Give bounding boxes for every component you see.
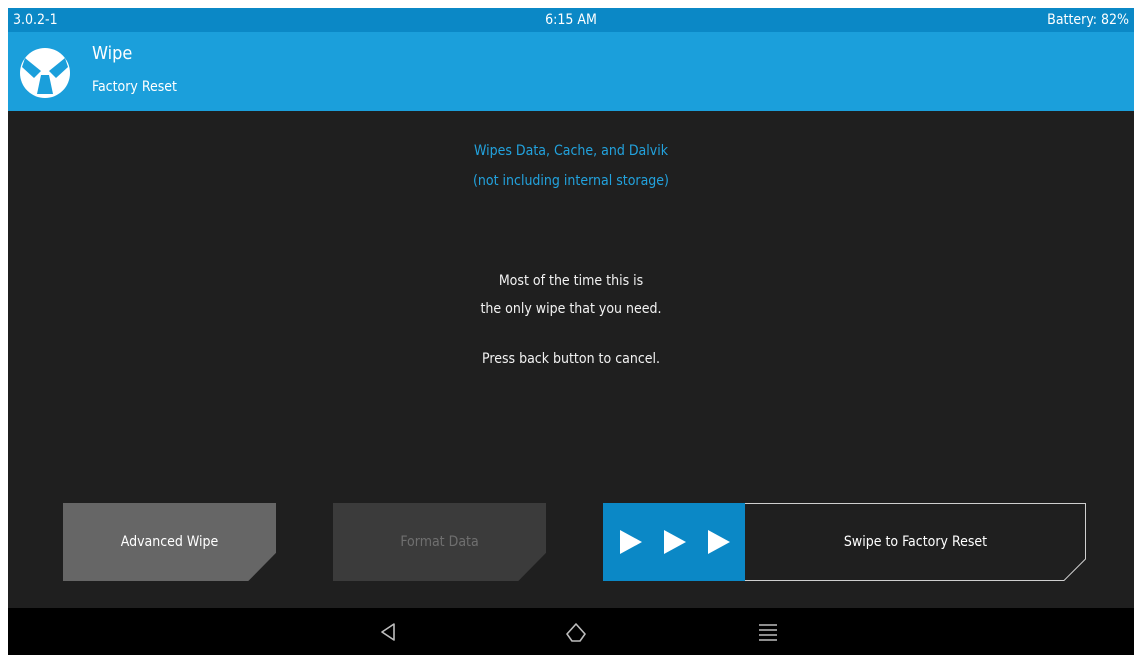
play-arrow-icon [620, 530, 730, 554]
page-title: Wipe [92, 43, 133, 64]
swipe-to-factory-reset-slider[interactable]: Swipe to Factory Reset [603, 503, 1086, 581]
wipe-scope-text: Wipes Data, Cache, and Dalvik [473, 143, 669, 159]
status-bar: 3.0.2-1 6:15 AM Battery: 82% [8, 8, 1134, 32]
menu-lines-icon[interactable] [755, 620, 781, 644]
swipe-handle[interactable] [603, 503, 745, 581]
cancel-hint-text: Press back button to cancel. [481, 351, 660, 367]
back-triangle-icon[interactable] [375, 620, 401, 644]
wipe-exclusion-text: (not including internal storage) [473, 173, 669, 189]
battery-status: Battery: 82% [1047, 12, 1129, 28]
page-subtitle: Factory Reset [92, 79, 177, 95]
format-data-button[interactable]: Format Data [333, 503, 546, 581]
twrp-logo-icon [20, 48, 70, 98]
info-text-line: the only wipe that you need. [480, 301, 662, 317]
advanced-wipe-button[interactable]: Advanced Wipe [63, 503, 276, 581]
info-text-line: Most of the time this is [498, 273, 644, 289]
recovery-screen: 3.0.2-1 6:15 AM Battery: 82% Wipe Factor… [8, 8, 1134, 655]
home-icon[interactable] [563, 620, 589, 644]
page-header: Wipe Factory Reset [8, 32, 1134, 111]
navigation-bar [8, 608, 1134, 655]
clock: 6:15 AM [545, 12, 597, 28]
swipe-label: Swipe to Factory Reset [843, 534, 988, 550]
